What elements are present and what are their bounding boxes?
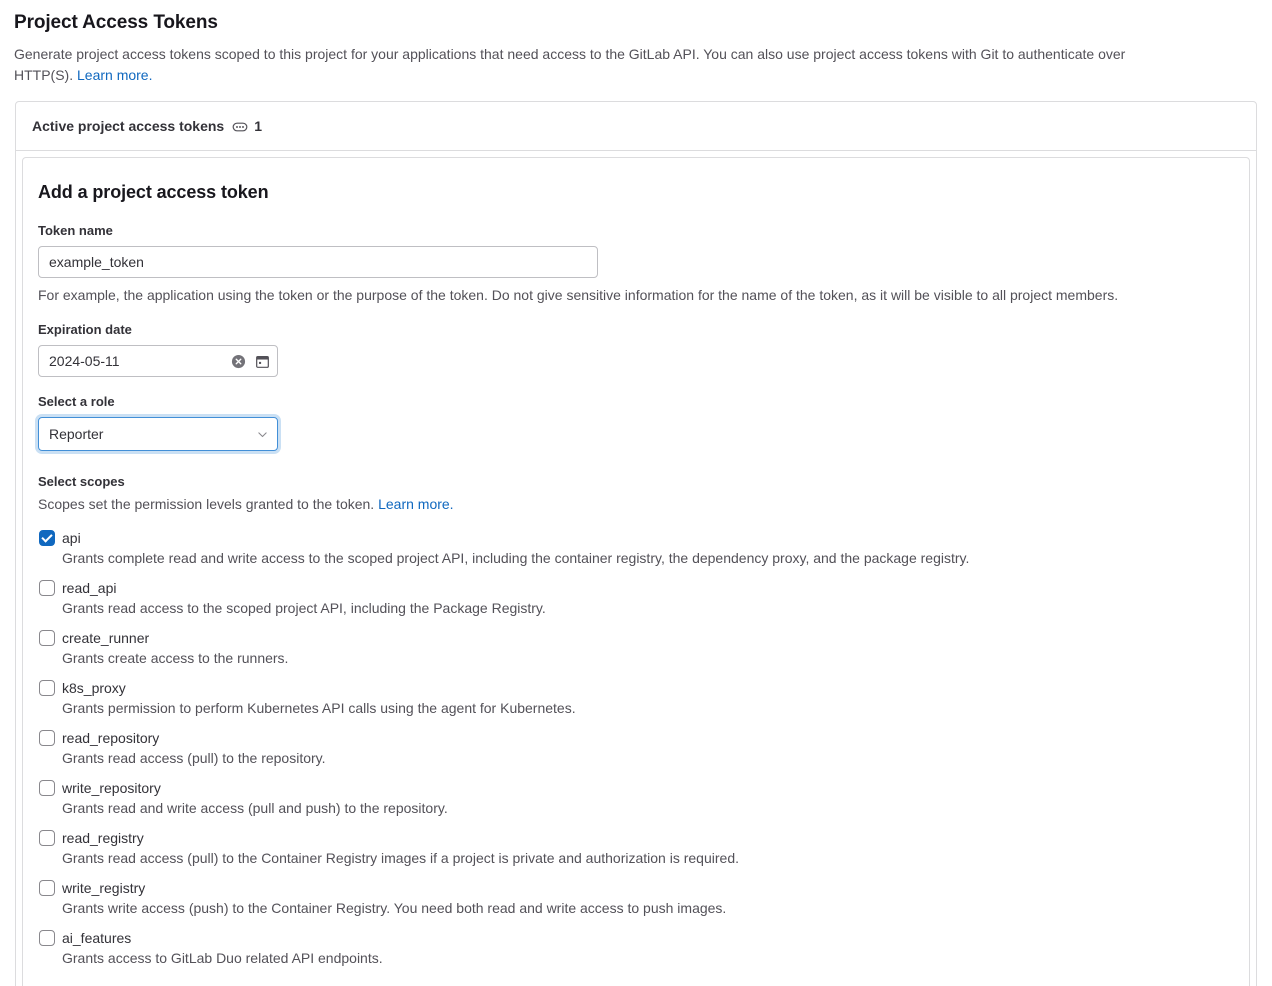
page-description-text: Generate project access tokens scoped to…: [14, 46, 1126, 83]
scope-row: create_runner Grants create access to the…: [38, 628, 1235, 668]
token-name-label: Token name: [38, 223, 113, 238]
scope-row: read_registry Grants read access (pull) t…: [38, 828, 1235, 868]
form-title: Add a project access token: [38, 182, 269, 202]
scopes-learn-more-link[interactable]: Learn more.: [378, 496, 453, 512]
scope-row: read_repository Grants read access (pull)…: [38, 728, 1235, 768]
scope-checkbox-write_repository[interactable]: [39, 780, 55, 796]
expiration-date-field-block: Expiration date: [38, 321, 1235, 377]
scope-label-create_runner[interactable]: create_runner: [62, 628, 1235, 648]
scope-description-read_repository: Grants read access (pull) to the reposit…: [62, 750, 326, 766]
token-icon: [232, 119, 248, 135]
scopes-label: Select scopes: [38, 474, 125, 489]
token-name-input[interactable]: [38, 246, 598, 278]
scope-description-write_registry: Grants write access (push) to the Contai…: [62, 900, 727, 916]
expiration-date-wrapper: [38, 345, 278, 377]
scope-description-api: Grants complete read and write access to…: [62, 550, 970, 566]
scope-label-write_repository[interactable]: write_repository: [62, 778, 1235, 798]
scope-description-ai_features: Grants access to GitLab Duo related API …: [62, 950, 383, 966]
scope-description-read_api: Grants read access to the scoped project…: [62, 600, 546, 616]
clear-circle-icon[interactable]: [231, 354, 246, 369]
scope-checkbox-read_registry[interactable]: [39, 830, 55, 846]
header-learn-more-link[interactable]: Learn more.: [77, 67, 152, 83]
scope-description-write_repository: Grants read and write access (pull and p…: [62, 800, 448, 816]
scope-label-ai_features[interactable]: ai_features: [62, 928, 1235, 948]
scope-checkbox-k8s_proxy[interactable]: [39, 680, 55, 696]
scope-row: k8s_proxy Grants permission to perform Ku…: [38, 678, 1235, 718]
scope-label-read_registry[interactable]: read_registry: [62, 828, 1235, 848]
expiration-date-icons: [231, 345, 270, 377]
scope-label-read_repository[interactable]: read_repository: [62, 728, 1235, 748]
scopes-section: Select scopes Scopes set the permission …: [38, 473, 1235, 968]
scope-description-read_registry: Grants read access (pull) to the Contain…: [62, 850, 739, 866]
scope-row: write_registry Grants write access (push)…: [38, 878, 1235, 918]
token-name-helper: For example, the application using the t…: [38, 287, 1119, 303]
role-select-wrapper: Reporter: [38, 417, 278, 451]
scope-label-k8s_proxy[interactable]: k8s_proxy: [62, 678, 1235, 698]
role-field-block: Select a role Reporter: [38, 393, 1235, 451]
scope-label-read_api[interactable]: read_api: [62, 578, 1235, 598]
scope-label-api[interactable]: api: [62, 528, 1235, 548]
active-tokens-card-header: Active project access tokens 1: [16, 102, 1256, 151]
scope-description-create_runner: Grants create access to the runners.: [62, 650, 289, 666]
page-description: Generate project access tokens scoped to…: [0, 36, 1210, 86]
scope-row: api Grants complete read and write access…: [38, 528, 1235, 568]
scope-row: read_api Grants read access to the scoped…: [38, 578, 1235, 618]
scope-checkbox-write_registry[interactable]: [39, 880, 55, 896]
scope-checkbox-api[interactable]: [39, 530, 55, 546]
scopes-sub-text-label: Scopes set the permission levels granted…: [38, 496, 379, 512]
expiration-date-label: Expiration date: [38, 322, 132, 337]
scopes-sub-text: Scopes set the permission levels granted…: [38, 494, 1235, 514]
active-tokens-title: Active project access tokens: [32, 118, 225, 134]
active-tokens-count: 1: [254, 118, 263, 134]
scope-checkbox-ai_features[interactable]: [39, 930, 55, 946]
scope-checkbox-create_runner[interactable]: [39, 630, 55, 646]
project-access-tokens-page: Project Access Tokens Generate project a…: [0, 0, 1272, 986]
role-label: Select a role: [38, 394, 115, 409]
scope-row: write_repository Grants read and write ac…: [38, 778, 1235, 818]
page-title: Project Access Tokens: [14, 12, 218, 33]
scope-checkbox-read_api[interactable]: [39, 580, 55, 596]
add-token-form: Add a project access token Token name Fo…: [22, 157, 1250, 986]
scope-checkbox-read_repository[interactable]: [39, 730, 55, 746]
scope-description-k8s_proxy: Grants permission to perform Kubernetes …: [62, 700, 576, 716]
token-name-field-block: Token name For example, the application …: [38, 222, 1235, 305]
scope-label-write_registry[interactable]: write_registry: [62, 878, 1235, 898]
scopes-list: api Grants complete read and write access…: [38, 528, 1235, 968]
calendar-icon[interactable]: [255, 354, 270, 369]
role-select[interactable]: Reporter: [38, 417, 278, 451]
scope-row: ai_features Grants access to GitLab Duo r…: [38, 928, 1235, 968]
active-tokens-card: Active project access tokens 1 Add a pro…: [15, 101, 1257, 986]
